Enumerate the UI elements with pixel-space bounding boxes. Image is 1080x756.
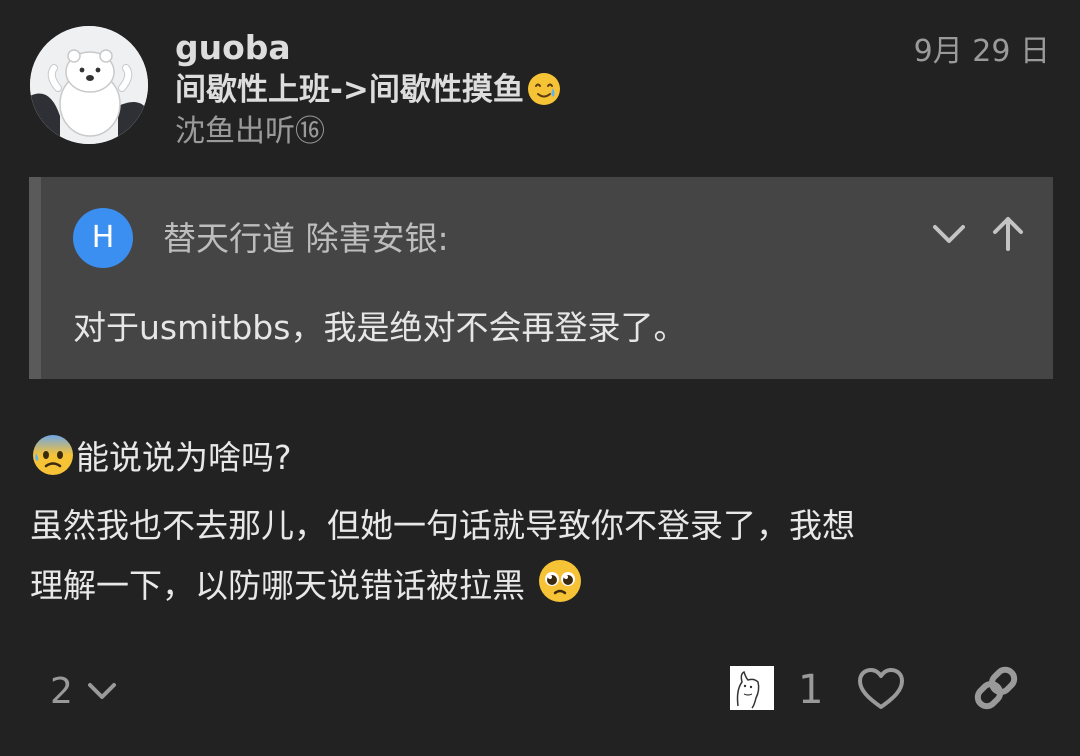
anxious-face-with-sweat-icon xyxy=(30,431,76,496)
heart-icon[interactable] xyxy=(856,664,906,714)
post-body-line: 能说说为啥吗? xyxy=(30,428,1050,496)
user-title: 间歇性上班->间歇性摸鱼 xyxy=(175,70,562,117)
post-body-line-2: 虽然我也不去那儿，但她一句话就导致你不登录了，我想 xyxy=(30,506,855,545)
quote-text: 对于usmitbbs，我是绝对不会再登录了。 xyxy=(73,308,687,347)
reaction-sticker-image[interactable] xyxy=(730,666,774,710)
like-count[interactable]: 1 xyxy=(798,668,823,712)
username[interactable]: guoba xyxy=(175,28,291,68)
quote-left-border xyxy=(29,177,41,379)
arrow-up-icon[interactable] xyxy=(988,213,1028,253)
forum-post: guoba 间歇性上班->间歇性摸鱼 沈鱼出听⑯ 9月 29 日 H 替天行道 … xyxy=(0,0,1080,756)
post-date[interactable]: 9月 29 日 xyxy=(914,32,1050,72)
user-group-flair: 沈鱼出听⑯ xyxy=(175,114,325,149)
post-body-line-3: 理解一下，以防哪天说错话被拉黑 xyxy=(30,566,536,605)
quote-controls xyxy=(929,213,1028,253)
smiling-face-with-tear-icon xyxy=(526,71,562,117)
polar-bear-avatar-image xyxy=(30,26,148,144)
post-body-line-1: 能说说为啥吗? xyxy=(76,438,292,477)
quote-author-avatar[interactable]: H xyxy=(73,208,133,268)
chevron-down-icon[interactable] xyxy=(929,213,969,253)
user-avatar[interactable] xyxy=(30,26,148,144)
pleading-face-icon xyxy=(536,557,584,624)
post-body: 能说说为啥吗? 虽然我也不去那儿，但她一句话就导致你不登录了，我想 理解一下，以… xyxy=(30,428,1050,624)
quote-block: H 替天行道 除害安银: 对于usmitbbs，我是绝对不会再登录了。 xyxy=(29,177,1053,379)
post-body-line: 理解一下，以防哪天说错话被拉黑 xyxy=(30,556,1050,624)
replies-toggle[interactable]: 2 xyxy=(50,668,117,714)
user-title-text: 间歇性上班->间歇性摸鱼 xyxy=(175,72,524,108)
chevron-down-icon xyxy=(87,668,117,712)
reply-count: 2 xyxy=(50,671,73,712)
link-icon[interactable] xyxy=(970,662,1022,714)
quote-author: 替天行道 除害安银: xyxy=(163,219,449,258)
